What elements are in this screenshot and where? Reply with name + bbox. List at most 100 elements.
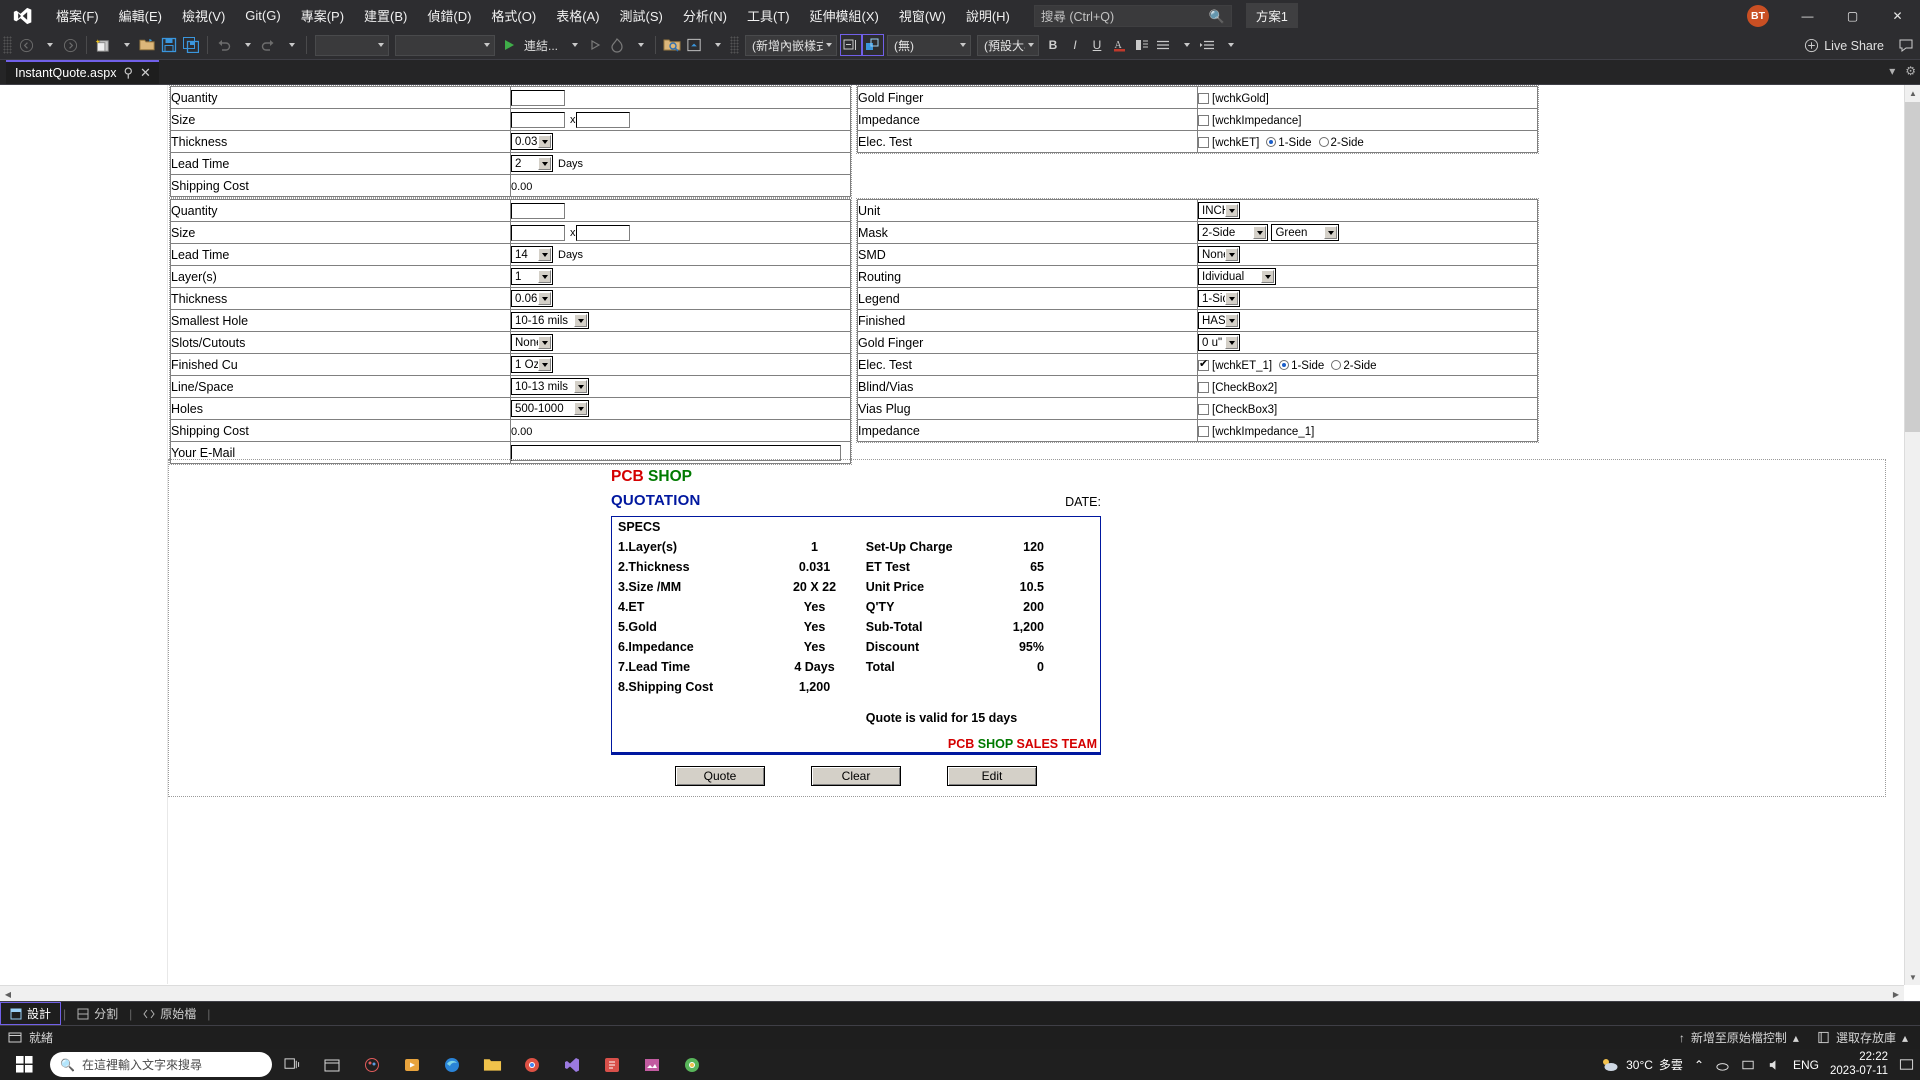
menu-item-file[interactable]: 檔案(F) (46, 2, 109, 29)
chevron-up-icon[interactable]: ⌃ (1694, 1058, 1704, 1072)
bold-button[interactable]: B (1042, 34, 1064, 56)
menu-item-extensions[interactable]: 延伸模組(X) (800, 2, 889, 29)
tab-design-view[interactable]: 設計 (0, 1002, 62, 1025)
close-icon[interactable]: ✕ (140, 65, 151, 81)
redo-icon[interactable] (257, 34, 279, 56)
radio-tr-2-0[interactable] (1266, 137, 1277, 148)
avatar[interactable]: BT (1747, 4, 1769, 27)
solution-configuration-combo[interactable] (315, 34, 389, 56)
select-ml-6[interactable]: None (511, 334, 553, 351)
live-share-button[interactable]: Live Share (1804, 38, 1884, 53)
open-folder-icon[interactable] (136, 34, 158, 56)
pin-icon[interactable]: ⚲ (123, 65, 133, 81)
navigate-back-dropdown[interactable] (37, 34, 59, 56)
select-ml-8[interactable]: 10-13 mils (511, 378, 589, 395)
menu-item-view[interactable]: 檢視(V) (172, 2, 235, 29)
new-item-icon[interactable] (92, 34, 114, 56)
select-mr-6[interactable]: 0 u" (1198, 334, 1240, 351)
navigate-back-icon[interactable] (15, 34, 37, 56)
clear-button[interactable]: Clear (811, 766, 901, 786)
minimize-button[interactable]: — (1785, 0, 1830, 31)
italic-button[interactable]: I (1064, 34, 1086, 56)
menu-item-debug[interactable]: 偵錯(D) (417, 2, 481, 29)
scroll-left-arrow[interactable]: ◀ (0, 986, 16, 1002)
undo-icon[interactable] (213, 34, 235, 56)
checkbox-tr-1[interactable] (1198, 114, 1209, 126)
size-height-input-tl-1[interactable] (575, 111, 630, 128)
vertical-scroll-thumb[interactable] (1905, 102, 1920, 432)
list-dropdown[interactable] (1174, 34, 1196, 56)
select-mr-1-a[interactable]: 2-Side (1198, 224, 1268, 241)
target-rule-combo[interactable]: (無) (887, 34, 972, 56)
designer-vertical-scrollbar[interactable]: ▲ ▼ (1904, 85, 1920, 985)
designer-horizontal-scrollbar[interactable]: ◀ ▶ (0, 985, 1904, 1002)
start-debug-dropdown[interactable] (562, 34, 584, 56)
undo-dropdown[interactable] (235, 34, 257, 56)
radio-tr-2-1[interactable] (1318, 137, 1329, 148)
menu-item-table[interactable]: 表格(A) (546, 2, 609, 29)
redo-dropdown[interactable] (279, 34, 301, 56)
block-format-icon[interactable] (840, 34, 863, 56)
size-width-input-ml-1[interactable] (511, 224, 565, 241)
menu-item-git[interactable]: Git(G) (235, 4, 290, 27)
select-repository[interactable]: 選取存放庫 ▴ (1817, 1029, 1908, 1046)
textbox-ml-0[interactable] (511, 202, 565, 219)
add-view-dropdown[interactable] (705, 34, 727, 56)
select-ml-2[interactable]: 14 (511, 246, 553, 263)
add-to-source-control[interactable]: ↑ 新增至原始檔控制 ▴ (1679, 1029, 1799, 1046)
checkbox-mr-9[interactable] (1198, 403, 1209, 415)
chevron-down-icon[interactable]: ▾ (1889, 64, 1895, 78)
checkbox-mr-8[interactable] (1198, 381, 1209, 393)
toolbar-grip-2[interactable] (730, 36, 740, 54)
tab-split-view[interactable]: 分割 (68, 1003, 127, 1024)
select-mr-4[interactable]: 1-Side (1198, 290, 1240, 307)
hot-reload-dropdown[interactable] (628, 34, 650, 56)
network-icon[interactable] (1741, 1058, 1756, 1072)
indent-icon[interactable] (1196, 34, 1218, 56)
menu-item-analyze[interactable]: 分析(N) (673, 2, 737, 29)
size-width-input-tl-1[interactable] (511, 111, 565, 128)
tab-source-view[interactable]: 原始檔 (134, 1003, 205, 1024)
checkbox-tr-0[interactable] (1198, 92, 1209, 104)
media-player-icon[interactable] (392, 1049, 432, 1080)
scroll-right-arrow[interactable]: ▶ (1888, 986, 1904, 1002)
edge-icon[interactable] (432, 1049, 472, 1080)
save-all-icon[interactable] (180, 34, 202, 56)
vscode-icon[interactable] (552, 1049, 592, 1080)
select-ml-3[interactable]: 1 (511, 268, 553, 285)
close-button[interactable]: ✕ (1875, 0, 1920, 31)
checkbox-tr-2[interactable] (1198, 136, 1209, 148)
radio-mr-7-0[interactable] (1279, 360, 1290, 371)
select-mr-3[interactable]: Idividual (1198, 268, 1276, 285)
onedrive-icon[interactable] (1715, 1058, 1730, 1072)
task-view-icon[interactable] (272, 1049, 312, 1080)
menu-item-tools[interactable]: 工具(T) (737, 2, 800, 29)
edit-button[interactable]: Edit (947, 766, 1037, 786)
select-ml-5[interactable]: 10-16 mils (511, 312, 589, 329)
radio-mr-7-1[interactable] (1331, 360, 1342, 371)
solution-platform-combo[interactable] (395, 34, 495, 56)
font-size-combo[interactable]: (預設大小) (977, 34, 1040, 56)
select-ml-9[interactable]: 500-1000 (511, 400, 589, 417)
notification-icon[interactable] (1899, 1057, 1914, 1072)
save-icon[interactable] (158, 34, 180, 56)
store-icon[interactable] (312, 1049, 352, 1080)
gear-icon[interactable]: ⚙ (1905, 64, 1916, 78)
browse-with-icon[interactable] (661, 34, 683, 56)
menu-item-window[interactable]: 視窗(W) (889, 2, 956, 29)
select-tl-2[interactable]: 0.031 (511, 133, 553, 150)
toolbar-grip[interactable] (3, 36, 12, 54)
quote-button[interactable]: Quote (675, 766, 765, 786)
select-mr-2[interactable]: None (1198, 246, 1240, 263)
play-icon[interactable] (498, 34, 520, 56)
taskbar-search-box[interactable]: 🔍 在這裡輸入文字來搜尋 (50, 1052, 272, 1077)
font-color-icon[interactable]: A (1108, 34, 1130, 56)
select-mr-5[interactable]: HASL (1198, 312, 1240, 329)
select-tl-3[interactable]: 2 (511, 155, 553, 172)
select-ml-4[interactable]: 0.062 (511, 290, 553, 307)
menu-item-project[interactable]: 專案(P) (291, 2, 354, 29)
style-application-combo[interactable]: (新增內嵌樣式) (745, 34, 838, 56)
absolute-position-icon[interactable] (862, 34, 885, 56)
hot-reload-icon[interactable] (606, 34, 628, 56)
document-tab-instantquote[interactable]: InstantQuote.aspx ⚲ ✕ (6, 60, 159, 84)
